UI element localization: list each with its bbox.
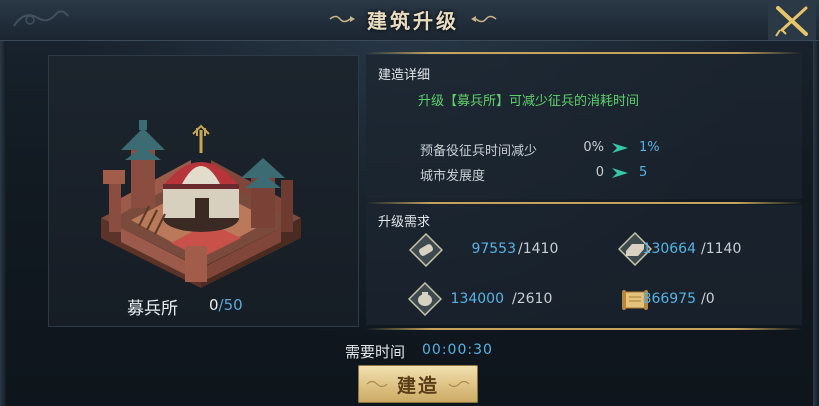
build-time-value: 00:00:30 xyxy=(422,342,493,358)
building-level: 0/50 xyxy=(209,296,243,314)
stat-next-development: 5 xyxy=(639,165,648,180)
title-ornament-right-icon xyxy=(471,15,497,23)
gold-divider-top xyxy=(366,52,802,54)
stat-label-development: 城市发展度 xyxy=(420,169,486,184)
frame-edge-right xyxy=(813,0,819,406)
resource-have-iron: 130664 xyxy=(642,241,696,257)
building-name: 募兵所 xyxy=(127,299,178,319)
resource-have-grain: 134000 xyxy=(450,291,504,307)
arrow-right-icon xyxy=(612,143,628,153)
title-ornament-left-icon xyxy=(329,15,355,23)
resource-need-iron: /1140 xyxy=(701,241,742,257)
gold-divider-middle xyxy=(366,202,802,204)
details-section: 建造详细 升级【募兵所】可减少征兵的消耗时间 预备役征兵时间减少 0% 1% 城… xyxy=(366,55,802,199)
building-level-current: 0 xyxy=(209,296,219,314)
arrow-right-icon xyxy=(612,168,628,178)
stat-next-conscription: 1% xyxy=(639,140,660,155)
resource-need-grain: /2610 xyxy=(512,291,553,307)
resource-need-scroll: /0 xyxy=(701,291,715,307)
stat-current-development: 0 xyxy=(595,165,604,180)
frame-edge-left xyxy=(0,0,6,406)
upgrade-dialog: 建筑升级 募兵所 0/50 建造详细 升级【募兵所】可减少征兵的消耗时间 预备役… xyxy=(0,0,819,406)
info-panel: 建造详细 升级【募兵所】可减少征兵的消耗时间 预备役征兵时间减少 0% 1% 城… xyxy=(366,52,802,330)
build-button-label: 建造 xyxy=(396,374,439,397)
build-time-label: 需要时间 xyxy=(345,343,406,361)
button-ornament-right-icon xyxy=(448,380,470,388)
stat-label-conscription: 预备役征兵时间减少 xyxy=(420,144,538,159)
button-ornament-left-icon xyxy=(366,380,388,388)
requirements-section: 升级需求 97553 /1410 130664 /1140 134000 /26… xyxy=(366,205,802,325)
title-bar: 建筑升级 xyxy=(0,0,819,41)
build-button[interactable]: 建造 xyxy=(358,365,478,403)
gold-divider-bottom xyxy=(366,328,802,330)
resource-have-scroll: 866975 xyxy=(642,291,696,307)
close-button-icon[interactable] xyxy=(768,0,816,40)
building-level-max: /50 xyxy=(218,296,243,314)
cloud-ornament-icon xyxy=(13,10,69,27)
resource-have-wood: 97553 xyxy=(471,241,516,257)
details-section-title: 建造详细 xyxy=(378,68,431,83)
stat-current-conscription: 0% xyxy=(583,140,604,155)
requirements-section-title: 升级需求 xyxy=(378,215,431,230)
upgrade-description: 升级【募兵所】可减少征兵的消耗时间 xyxy=(418,94,640,109)
dialog-title: 建筑升级 xyxy=(367,8,459,33)
recruitment-office-building-icon xyxy=(101,120,301,288)
building-panel: 募兵所 0/50 xyxy=(48,55,359,327)
resource-need-wood: /1410 xyxy=(518,241,559,257)
